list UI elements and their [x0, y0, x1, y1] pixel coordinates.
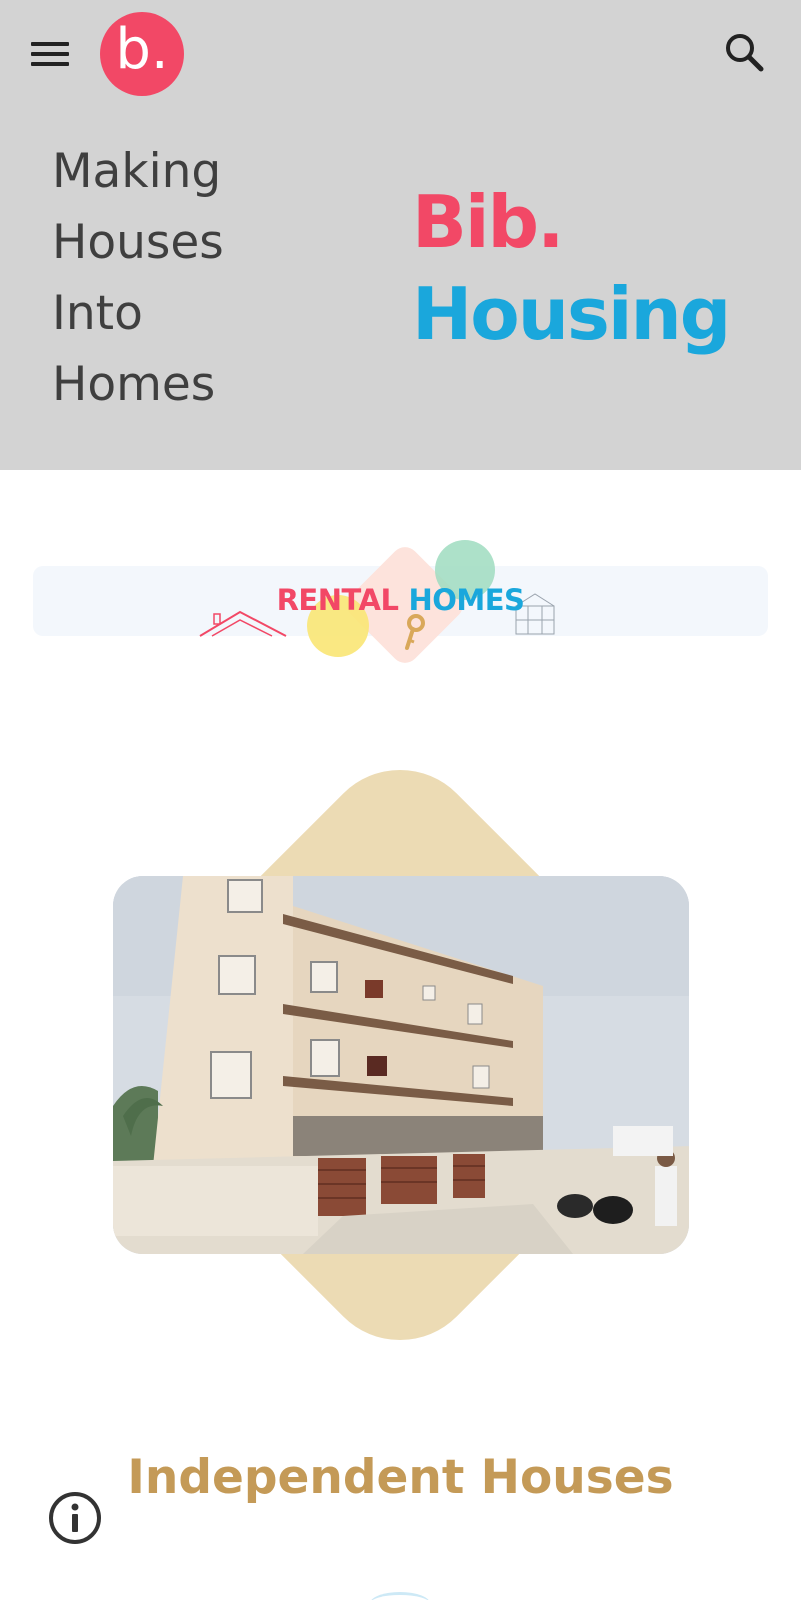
category-title[interactable]: Independent Houses: [0, 1450, 801, 1505]
info-icon[interactable]: [47, 1490, 103, 1546]
banner-word-homes: HOMES: [408, 583, 525, 617]
banner-word-rental: RENTAL: [276, 583, 399, 617]
hamburger-menu-icon[interactable]: [22, 28, 78, 80]
next-card-peek: [370, 1592, 430, 1600]
logo[interactable]: b.: [100, 12, 184, 96]
brand-name-line2: Housing: [412, 272, 731, 356]
banner-title[interactable]: RENTAL HOMES: [0, 583, 801, 617]
hero-header: b. Making Houses Into Homes Bib. Housing: [0, 0, 801, 470]
independent-house-photo[interactable]: [113, 876, 689, 1254]
tagline-line: Homes: [52, 357, 216, 412]
tagline-line: Houses: [52, 215, 224, 270]
search-icon[interactable]: [720, 28, 772, 80]
brand-name-line1: Bib.: [412, 180, 564, 264]
tagline-line: Making: [52, 144, 222, 199]
logo-letter: b.: [115, 17, 169, 82]
hero-tagline: Making Houses Into Homes: [52, 136, 224, 420]
tagline-line: Into: [52, 286, 143, 341]
app-page: b. Making Houses Into Homes Bib. Housing: [0, 0, 801, 1600]
